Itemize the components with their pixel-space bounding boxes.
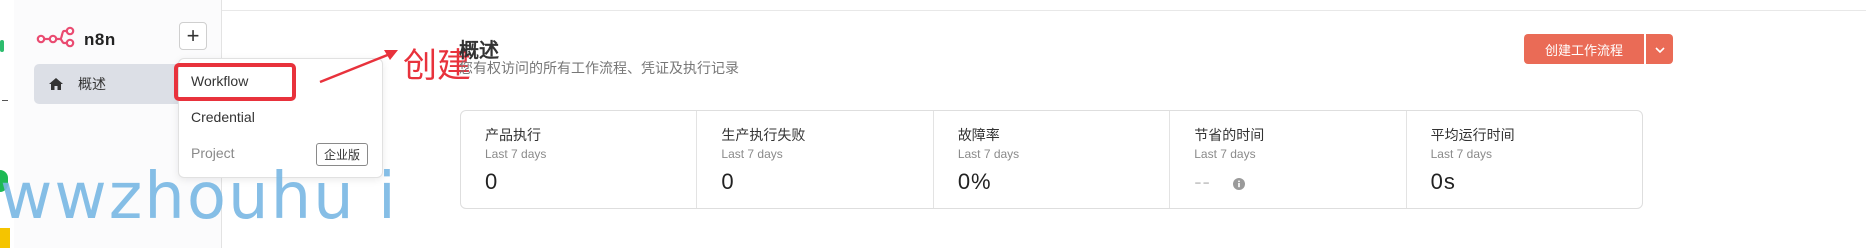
stat-period: Last 7 days <box>1430 147 1492 161</box>
stat-period: Last 7 days <box>957 147 1020 161</box>
stat-card[interactable]: 故障率 Last 7 days 0% <box>934 111 1171 208</box>
stat-card[interactable]: 平均运行时间 Last 7 days 0s <box>1407 111 1642 208</box>
highlight-box <box>174 63 296 101</box>
stat-period: Last 7 days <box>721 147 783 161</box>
stat-value: 0 <box>485 169 499 194</box>
chevron-down-icon <box>1654 40 1665 58</box>
create-workflow-button[interactable]: 创建工作流程 <box>1524 34 1644 64</box>
stat-card[interactable]: 节省的时间 Last 7 days -- <box>1170 111 1407 208</box>
top-divider <box>222 10 1866 11</box>
info-icon[interactable] <box>1233 177 1246 195</box>
stat-value: 0s <box>1430 169 1456 194</box>
stat-period: Last 7 days <box>485 147 547 161</box>
menu-item-project: Project <box>191 145 235 161</box>
watermark-text: wwzhouhu i <box>0 160 398 234</box>
stat-card[interactable]: 生产执行失败 Last 7 days 0 <box>697 111 934 208</box>
home-icon <box>48 76 64 92</box>
stat-label: 产品执行 <box>485 127 541 143</box>
stat-label: 生产执行失败 <box>721 127 806 143</box>
stat-value: 0% <box>957 169 992 194</box>
logo[interactable]: n8n <box>36 26 116 53</box>
menu-item-credential[interactable]: Credential <box>191 109 255 125</box>
logo-text: n8n <box>84 29 116 49</box>
green-status-mark <box>0 40 4 52</box>
n8n-logo-icon <box>36 26 76 53</box>
annotation-arrow <box>319 50 398 84</box>
sidebar-item-label: 概述 <box>78 76 106 92</box>
stat-label: 平均运行时间 <box>1430 127 1515 143</box>
stat-value: 0 <box>721 169 735 194</box>
page-subtitle: 您有权访问的所有工作流程、凭证及执行记录 <box>459 60 739 76</box>
stat-label: 节省的时间 <box>1194 127 1265 143</box>
stat-value: -- <box>1194 169 1211 194</box>
create-options-button[interactable] <box>1646 34 1673 64</box>
strip-dash <box>2 100 8 101</box>
stats-panel: 产品执行 Last 7 days 0 生产执行失败 Last 7 days 0 … <box>460 110 1643 209</box>
add-button[interactable]: + <box>179 22 207 50</box>
stat-label: 故障率 <box>957 127 1000 143</box>
stat-period: Last 7 days <box>1194 147 1256 161</box>
stat-card[interactable]: 产品执行 Last 7 days 0 <box>461 111 698 208</box>
